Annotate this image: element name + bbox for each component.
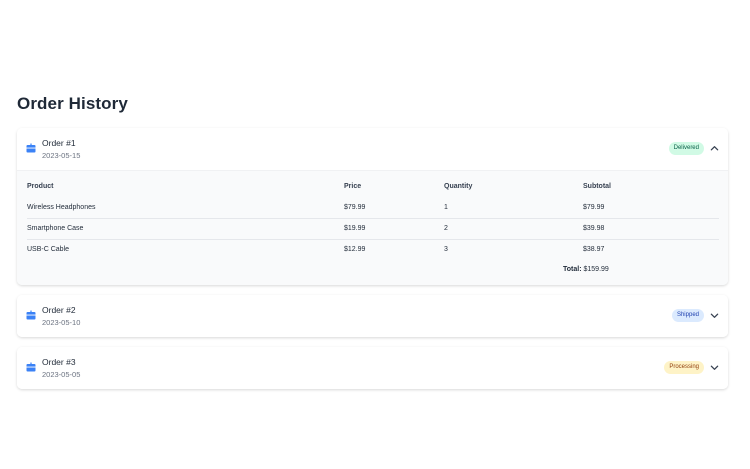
order-date: 2023-05-05 bbox=[42, 370, 81, 379]
order-details: Product Price Quantity Subtotal Wireless… bbox=[17, 170, 728, 285]
row-divider bbox=[27, 218, 719, 219]
cell-subtotal: $39.98 bbox=[583, 225, 605, 232]
package-icon bbox=[26, 362, 36, 372]
order-card-2: Order #2 2023-05-10 Shipped bbox=[17, 295, 728, 337]
order-number: Order #3 bbox=[42, 357, 76, 367]
order-total: Total: $159.99 bbox=[563, 266, 609, 273]
cell-price: $79.99 bbox=[344, 204, 366, 211]
cell-quantity: 2 bbox=[444, 225, 448, 232]
row-divider bbox=[27, 239, 719, 240]
order-header-2[interactable]: Order #2 2023-05-10 Shipped bbox=[17, 295, 728, 337]
page-title: Order History bbox=[17, 94, 128, 113]
total-value: $159.99 bbox=[583, 266, 609, 273]
total-label: Total: bbox=[563, 266, 582, 273]
header-price: Price bbox=[344, 183, 362, 190]
order-card-3: Order #3 2023-05-05 Processing bbox=[17, 347, 728, 389]
order-date: 2023-05-15 bbox=[42, 151, 81, 160]
cell-product: USB-C Cable bbox=[27, 246, 70, 253]
cell-product: Smartphone Case bbox=[27, 225, 84, 232]
header-product: Product bbox=[27, 183, 54, 190]
order-number: Order #1 bbox=[42, 138, 76, 148]
order-date: 2023-05-10 bbox=[42, 318, 81, 327]
cell-price: $19.99 bbox=[344, 225, 366, 232]
status-badge: Processing bbox=[664, 361, 704, 374]
chevron-down-icon[interactable] bbox=[710, 363, 719, 372]
chevron-down-icon[interactable] bbox=[710, 311, 719, 320]
order-number: Order #2 bbox=[42, 305, 76, 315]
cell-quantity: 1 bbox=[444, 204, 448, 211]
header-quantity: Quantity bbox=[444, 183, 473, 190]
cell-subtotal: $38.97 bbox=[583, 246, 605, 253]
order-header-3[interactable]: Order #3 2023-05-05 Processing bbox=[17, 347, 728, 389]
order-card-1: Order #1 2023-05-15 Delivered Product Pr… bbox=[17, 128, 728, 285]
cell-product: Wireless Headphones bbox=[27, 204, 96, 211]
cell-price: $12.99 bbox=[344, 246, 366, 253]
status-badge: Shipped bbox=[671, 309, 704, 322]
header-subtotal: Subtotal bbox=[583, 183, 611, 190]
status-badge: Delivered bbox=[668, 142, 704, 155]
cell-quantity: 3 bbox=[444, 246, 448, 253]
order-header-1[interactable]: Order #1 2023-05-15 Delivered bbox=[17, 128, 728, 170]
package-icon bbox=[26, 310, 36, 320]
chevron-up-icon[interactable] bbox=[710, 144, 719, 153]
cell-subtotal: $79.99 bbox=[583, 204, 605, 211]
package-icon bbox=[26, 143, 36, 153]
